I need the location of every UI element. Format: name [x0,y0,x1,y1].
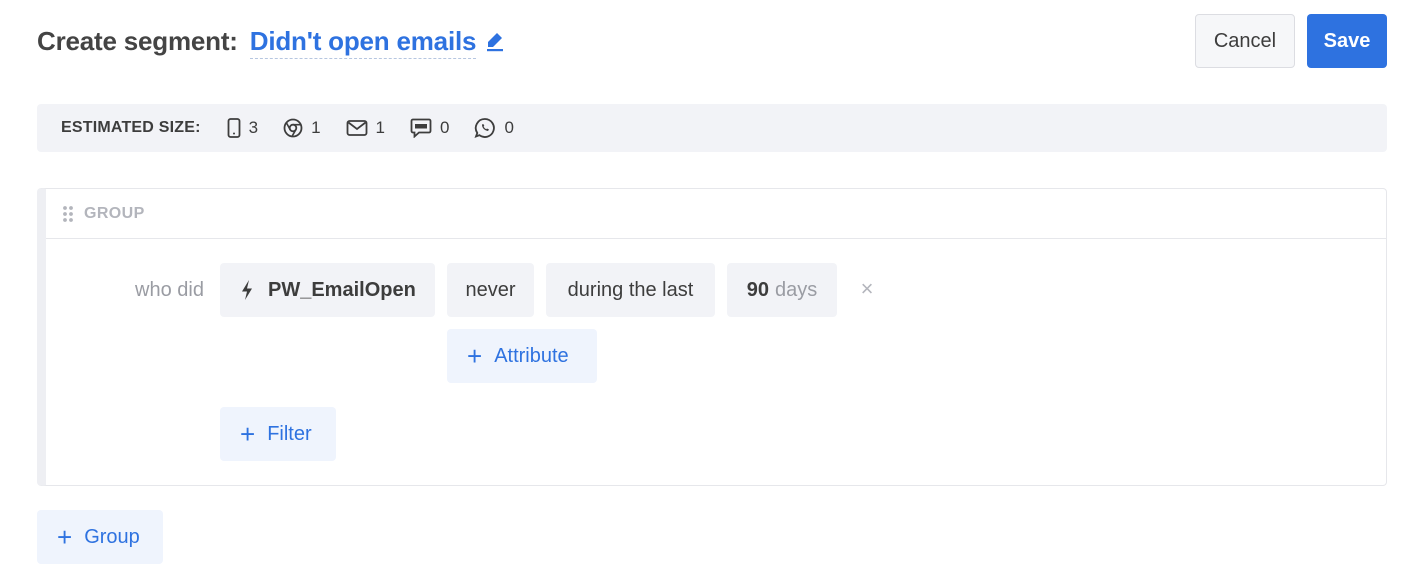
page-header: Create segment: Didn't open emails Cance… [37,14,1387,68]
sms-icon [410,118,432,138]
email-icon [346,120,367,136]
condition-prefix: who did [135,279,204,301]
save-button[interactable]: Save [1307,14,1387,68]
cancel-button[interactable]: Cancel [1195,14,1295,68]
page-title: Create segment: [37,26,238,56]
plus-icon: + [240,419,256,449]
estimated-whatsapp: 0 [474,117,514,139]
add-group-label: Group [84,525,140,548]
mobile-icon [227,118,240,138]
email-count: 1 [375,118,385,137]
lightning-icon [242,280,252,300]
add-group-button[interactable]: + Group [37,510,163,564]
whatsapp-count: 0 [504,118,514,137]
group-header: GROUP [46,189,1386,239]
web-count: 1 [311,118,321,137]
estimated-sms: 0 [410,118,449,138]
estimated-size-bar: ESTIMATED SIZE: 3 1 1 0 0 [37,104,1387,152]
whatsapp-icon [474,118,496,139]
frequency-selector[interactable]: never [447,263,534,317]
estimated-size-label: ESTIMATED SIZE: [61,119,201,136]
days-input[interactable]: 90 days [727,263,837,317]
event-name: PW_EmailOpen [268,278,416,301]
estimated-email: 1 [346,118,385,138]
title-wrap: Create segment: Didn't open emails [37,26,506,59]
plus-icon: + [467,341,483,371]
estimated-web: 1 [283,118,321,138]
event-selector[interactable]: PW_EmailOpen [220,263,435,317]
add-attribute-button[interactable]: + Attribute [447,329,597,383]
segment-name-editable[interactable]: Didn't open emails [249,26,476,59]
days-amount: 90 [746,278,769,301]
add-attribute-label: Attribute [494,344,569,367]
frequency-value: never [465,278,516,301]
sms-count: 0 [440,118,450,137]
group-label: GROUP [84,204,145,222]
chrome-icon [283,118,303,138]
days-unit: days [775,278,818,301]
period-selector[interactable]: during the last [546,263,715,317]
estimated-mobile: 3 [227,118,258,138]
segment-group: GROUP who did PW_EmailOpen never during … [37,188,1387,486]
period-value: during the last [567,278,694,301]
edit-pencil-icon[interactable] [484,30,506,52]
remove-condition-icon[interactable]: × [857,275,877,303]
plus-icon: + [57,522,73,552]
add-filter-label: Filter [267,422,312,445]
drag-handle-icon[interactable] [62,205,74,223]
add-filter-button[interactable]: + Filter [220,407,336,461]
mobile-count: 3 [248,118,259,137]
